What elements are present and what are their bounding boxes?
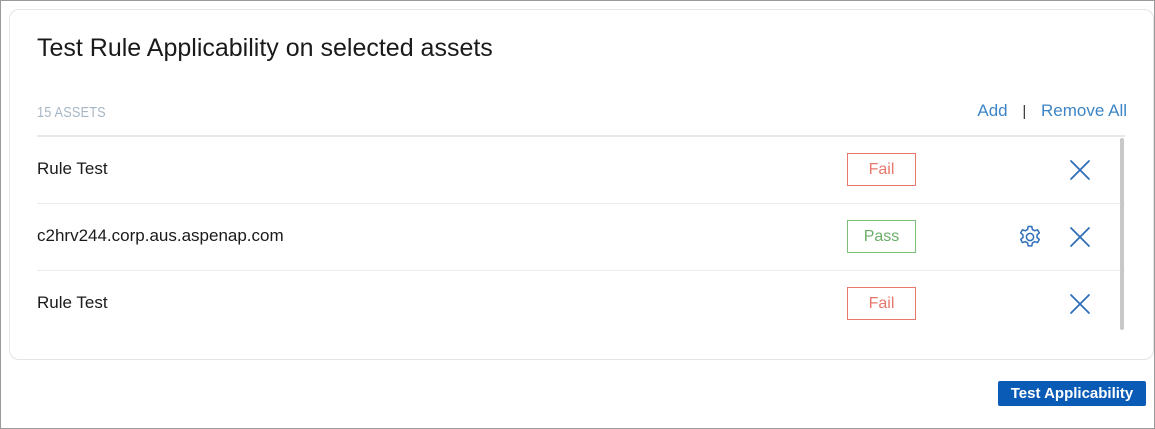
test-rule-panel: Test Rule Applicability on selected asse… [9,9,1154,360]
asset-count-label: 15 ASSETS [37,104,106,121]
close-icon[interactable] [1067,224,1093,250]
remove-all-link[interactable]: Remove All [1041,101,1127,120]
list-item: c2hrv244.corp.aus.aspenap.com Pass [37,204,1125,271]
asset-name: c2hrv244.corp.aus.aspenap.com [37,226,284,245]
status-badge: Fail [847,287,916,320]
link-separator: | [1022,103,1027,120]
list-scrollbar[interactable] [1120,138,1124,330]
status-badge: Fail [847,153,916,186]
list-item: Rule Test Fail [37,137,1125,204]
add-link[interactable]: Add [977,101,1007,120]
close-icon[interactable] [1067,291,1093,317]
panel-title: Test Rule Applicability on selected asse… [37,34,493,62]
gear-icon[interactable] [1017,224,1043,250]
list-item: Rule Test Fail [37,271,1125,333]
close-icon[interactable] [1067,157,1093,183]
asset-name: Rule Test [37,159,108,178]
status-badge: Pass [847,220,916,253]
asset-name: Rule Test [37,293,108,312]
asset-list[interactable]: Rule Test Fail c2hrv244.corp.aus.aspenap… [37,135,1125,333]
test-applicability-button[interactable]: Test Applicability [998,381,1146,406]
asset-actions: Add | Remove All [977,101,1127,121]
